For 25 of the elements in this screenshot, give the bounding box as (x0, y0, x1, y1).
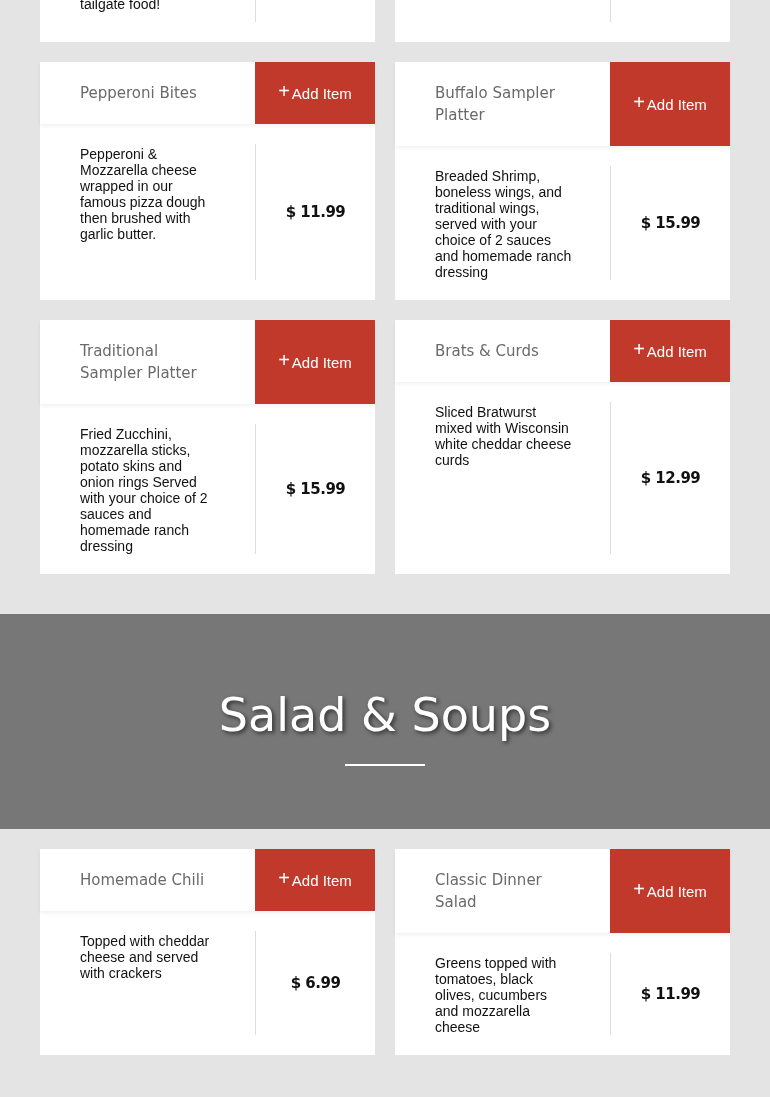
item-price: $ 11.99 (640, 985, 701, 1003)
add-item-button[interactable]: +Add Item (255, 62, 375, 124)
item-name: Pepperoni Bites (79, 83, 198, 104)
item-price: $ 6.99 (290, 974, 341, 992)
section-title: Salad & Soups (218, 687, 552, 742)
item-price: $ 15.99 (640, 214, 701, 232)
item-name: Brats & Curds (434, 341, 540, 362)
item-name: Homemade Chili (79, 870, 206, 891)
add-item-button[interactable]: +Add Item (255, 849, 375, 911)
item-name: Traditional Sampler Platter (79, 341, 198, 384)
item-name: Buffalo Sampler Platter (434, 83, 556, 126)
add-item-button[interactable]: +Add Item (610, 849, 730, 933)
item-description: Sliced Bratwurst mixed with Wisconsin white cheddar cheese curds (435, 403, 573, 468)
add-item-button[interactable]: +Add Item (610, 320, 730, 382)
item-description: Fried Zucchini, mozzarella sticks, potato skins and onion rings Served with your choice of 2 sauces and homemade ranch dressing (80, 425, 209, 554)
item-name: Classic Dinner Salad (434, 870, 543, 913)
add-item-button[interactable]: +Add Item (610, 62, 730, 146)
item-description: Breaded Shrimp, boneless wings, and traditional wings, served with your choice of 2 sauces and homemade ranch dressing (435, 167, 573, 280)
item-price: $ 15.99 (285, 480, 346, 498)
item-description: Pepperoni & Mozzarella cheese wrapped in our famous pizza dough then brushed with garlic butter. (80, 145, 207, 242)
item-description: Topped with cheddar cheese and served with crackers (80, 932, 211, 981)
item-price: $ 12.99 (640, 469, 701, 487)
add-item-button[interactable]: +Add Item (255, 320, 375, 404)
item-price: $ 11.99 (285, 203, 346, 221)
item-description: Greens topped with tomatoes, black olives, cucumbers and mozzarella cheese (435, 954, 558, 1035)
